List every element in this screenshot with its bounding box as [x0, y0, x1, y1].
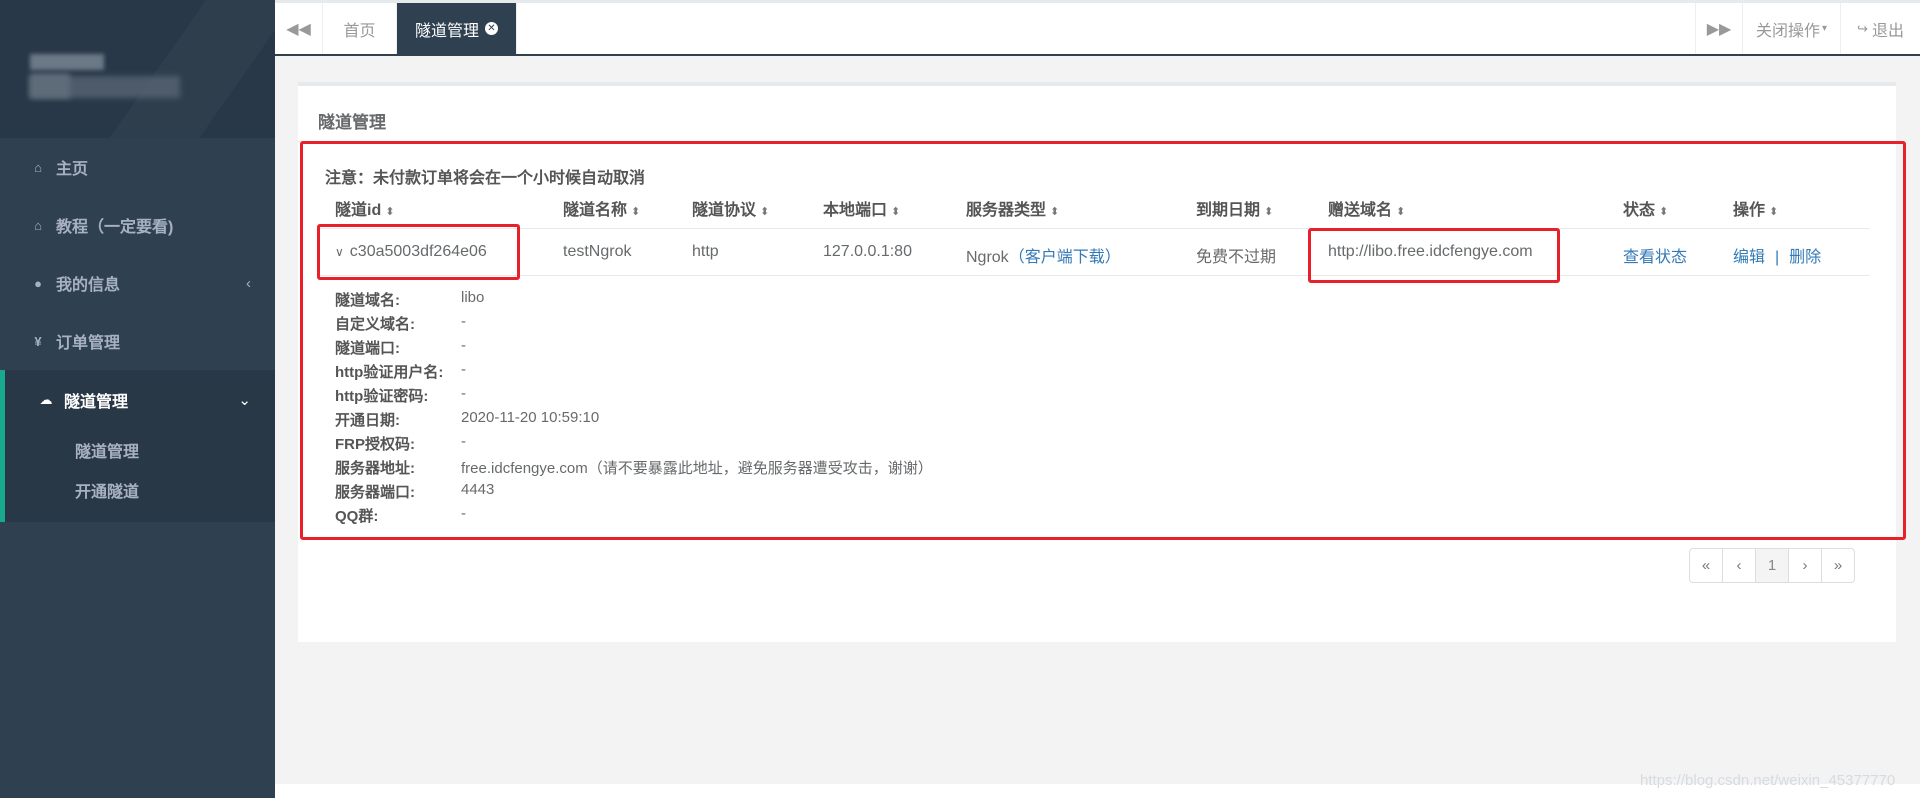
close-operations-dropdown[interactable]: 关闭操作 ▾ [1743, 3, 1841, 54]
close-ops-label: 关闭操作 [1755, 22, 1820, 40]
tabs-bar: ◀︎◀︎ 首页 隧道管理 ✕ ▶︎▶︎ 关闭操作 ▾ ↪ 退出 [275, 0, 1920, 56]
chevron-left-icon: ‹ [246, 274, 251, 292]
highlight-box-table [300, 141, 1906, 540]
sidebar-item-tutorial[interactable]: ⌂ 教程（一定要看) [0, 196, 275, 254]
sidebar-item-label: 隧道管理 [64, 394, 129, 411]
sidebar-item-home[interactable]: ⌂ 主页 [0, 138, 275, 196]
logout-icon: ↪ [1857, 20, 1868, 36]
brand-decoration [80, 0, 275, 138]
highlight-box-tunnel-id [317, 224, 520, 280]
blurred-username [30, 54, 104, 70]
tab-tunnel-management[interactable]: 隧道管理 ✕ [397, 3, 517, 54]
sidebar-item-orders[interactable]: ¥ 订单管理 [0, 312, 275, 370]
pagination-page[interactable]: 1 [1755, 548, 1789, 583]
tabs-next-button[interactable]: ▶︎▶︎ [1695, 3, 1743, 54]
double-left-icon: ◀︎◀︎ [286, 20, 311, 38]
sidebar-item-label: 订单管理 [56, 335, 121, 352]
sidebar-item-tunnel-management[interactable]: ☁ 隧道管理 ⌄ [0, 370, 275, 430]
highlight-box-domain [1308, 228, 1560, 283]
pagination: « ‹ 1 › » [1689, 548, 1855, 583]
close-icon[interactable]: ✕ [485, 22, 498, 35]
sidebar-subitem-open-tunnel[interactable]: 开通隧道 [75, 478, 139, 502]
tab-label: 隧道管理 [415, 22, 480, 40]
logout-label: 退出 [1871, 22, 1904, 40]
chevron-down-icon: ⌄ [238, 392, 251, 409]
tab-label: 首页 [343, 22, 376, 40]
sidebar: ⌂ 主页 ⌂ 教程（一定要看) ● 我的信息 ‹ ¥ 订单管理 ☁ 隧道管理 ⌄… [0, 0, 275, 798]
blurred-user-info [30, 76, 180, 98]
pagination-last[interactable]: » [1821, 548, 1855, 583]
pagination-prev[interactable]: ‹ [1722, 548, 1756, 583]
home-icon: ⌂ [34, 159, 42, 175]
yen-icon: ¥ [34, 333, 42, 349]
home-icon: ⌂ [34, 217, 42, 233]
double-right-icon: ▶︎▶︎ [1706, 20, 1732, 38]
pagination-first[interactable]: « [1689, 548, 1723, 583]
sidebar-profile-area [0, 0, 275, 138]
sidebar-subitem-tunnel-management[interactable]: 隧道管理 [75, 438, 139, 462]
sidebar-item-label: 主页 [56, 161, 89, 178]
sidebar-item-my-info[interactable]: ● 我的信息 ‹ [0, 254, 275, 312]
watermark: https://blog.csdn.net/weixin_45377770 [1640, 772, 1896, 789]
sidebar-item-label: 教程（一定要看) [56, 219, 174, 236]
logout-button[interactable]: ↪ 退出 [1841, 3, 1920, 54]
sidebar-item-label: 我的信息 [56, 277, 121, 294]
user-icon: ● [34, 275, 42, 291]
sidebar-submenu: 隧道管理 开通隧道 [0, 430, 275, 522]
pagination-next[interactable]: › [1788, 548, 1822, 583]
caret-down-icon: ▾ [1821, 23, 1828, 34]
cloud-icon: ☁ [39, 392, 53, 407]
page-title: 隧道管理 [318, 113, 386, 132]
tabs-prev-button[interactable]: ◀︎◀︎ [275, 3, 323, 54]
tab-home[interactable]: 首页 [323, 3, 397, 54]
